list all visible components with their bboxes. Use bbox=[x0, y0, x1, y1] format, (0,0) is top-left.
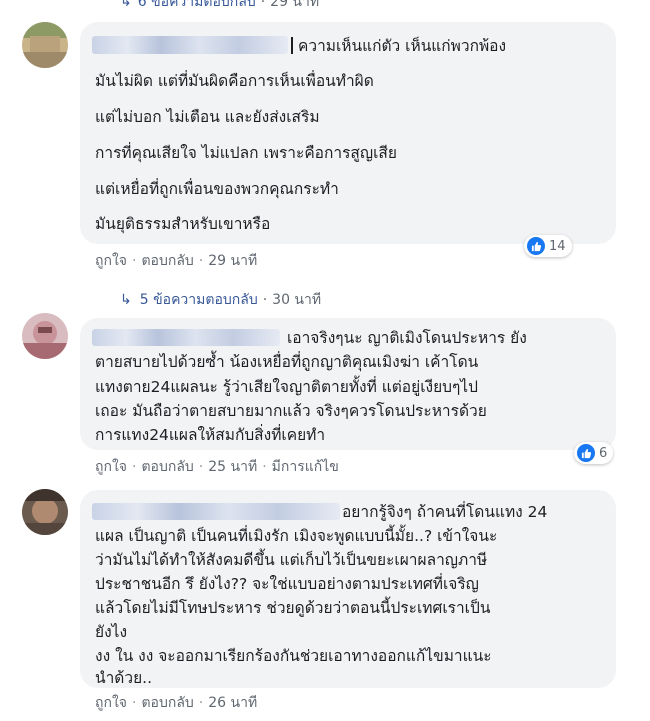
comment-text-line: แผล เป็นญาติ เป็นคนที่เมิงรัก เมิงจะพูดแ… bbox=[95, 527, 498, 545]
like-link[interactable]: ถูกใจ bbox=[95, 692, 127, 714]
thumbs-up-icon bbox=[527, 237, 545, 255]
comment-time[interactable]: 26 นาที bbox=[208, 692, 257, 714]
comment-text-line: เอาจริงๆนะ ญาติเมิงโดนประหาร ยัง bbox=[287, 329, 527, 347]
separator-dot: · bbox=[198, 695, 204, 711]
comment-text-line: แทงตาย24แผลนะ รู้ว่าเสียใจญาติตายทั้งที่… bbox=[95, 378, 478, 396]
reaction-count-text: 14 bbox=[549, 238, 566, 254]
commenter-name-blurred[interactable] bbox=[92, 329, 280, 346]
comment-text-line: แต่เหยื่อที่ถูกเพื่อนของพวกคุณกระทำ bbox=[95, 180, 339, 198]
avatar[interactable] bbox=[22, 22, 68, 68]
comment-text-line: ยังไง bbox=[95, 623, 128, 641]
reply-time: 29 นาที bbox=[270, 0, 320, 10]
comment-text-line: มันไม่ผิด แต่ที่มันผิดคือการเห็นเพื่อนทำ… bbox=[95, 72, 374, 90]
comment-actions: ถูกใจ · ตอบกลับ · 26 นาที bbox=[95, 692, 257, 714]
reply-count: 6 ข้อความตอบกลับ bbox=[137, 0, 256, 10]
reply-link[interactable]: ตอบกลับ bbox=[141, 456, 193, 478]
comment-actions: ถูกใจ · ตอบกลับ · 29 นาที bbox=[95, 250, 257, 272]
comment-text-line: การแทง24แผลให้สมกับสิ่งที่เคยทำ bbox=[95, 426, 326, 444]
separator-dot: · bbox=[132, 253, 137, 269]
separator-dot: · bbox=[198, 253, 204, 269]
comment-time[interactable]: 25 นาที bbox=[208, 456, 257, 478]
comment-text-line: อยากรู้จิงๆ ถ้าคนที่โดนแทง 24 bbox=[342, 503, 548, 521]
reply-count: 5 ข้อความตอบกลับ bbox=[139, 292, 258, 308]
comment-text-line: แล้วโดยไม่มีโทษประหาร ช่วยดูด้วยว่าตอนนี… bbox=[95, 599, 491, 617]
reply-link[interactable]: ตอบกลับ bbox=[141, 692, 193, 714]
reply-arrow-icon: ↳ bbox=[120, 292, 132, 308]
comment-time[interactable]: 29 นาที bbox=[208, 250, 257, 272]
separator-dot: · bbox=[132, 459, 137, 475]
separator-dot: · bbox=[262, 292, 268, 308]
comment-text-line: การที่คุณเสียใจ ไม่แปลก เพราะคือการสูญเส… bbox=[95, 144, 397, 162]
reaction-count-text: 6 bbox=[599, 445, 608, 461]
avatar[interactable] bbox=[22, 313, 68, 359]
comment-text-line: มันยุติธรรมสำหรับเขาหรือ bbox=[95, 215, 271, 233]
like-link[interactable]: ถูกใจ bbox=[95, 456, 127, 478]
comment-text-line: แต่ไม่บอก ไม่เตือน และยังส่งเสริม bbox=[95, 108, 320, 126]
edited-label[interactable]: มีการแก้ไข bbox=[272, 456, 339, 478]
reply-link[interactable]: ตอบกลับ bbox=[141, 250, 193, 272]
comment-text-line: ตายสบายไปด้วยซ้ำ น้องเหยื่อที่ถูกญาติคุณ… bbox=[95, 353, 479, 371]
commenter-name-blurred[interactable] bbox=[92, 36, 288, 54]
view-replies-link[interactable]: ↳ 6 ข้อความตอบกลับ · 29 นาที bbox=[120, 0, 319, 13]
separator-dot: · bbox=[262, 459, 267, 475]
comment-text-line: ว่ามันไม่ได้ทำให้สังคมดีขึ้น แต่เก็บไว้เ… bbox=[95, 551, 488, 569]
reaction-count[interactable]: 14 bbox=[524, 235, 572, 257]
comment-text-line: นำด้วย.. bbox=[95, 669, 153, 687]
comment-text-line: ความเห็นแก่ตัว เห็นแก่พวกพ้อง bbox=[298, 37, 507, 55]
commenter-name-blurred[interactable] bbox=[92, 503, 340, 520]
name-cursor-bar bbox=[291, 37, 293, 54]
reply-time: 30 นาที bbox=[272, 292, 322, 308]
separator-dot: · bbox=[260, 0, 266, 10]
separator-dot: · bbox=[198, 459, 204, 475]
view-replies-link[interactable]: ↳ 5 ข้อความตอบกลับ · 30 นาที bbox=[120, 289, 321, 311]
comment-text-line: เถอะ มันถือว่าตายสบายมากแล้ว จริงๆควรโดน… bbox=[95, 402, 487, 420]
comment-text-line: ประชาชนอีก รึ ยังไง?? จะใช่แบบอย่างตามปร… bbox=[95, 575, 479, 593]
avatar[interactable] bbox=[22, 489, 68, 535]
comment-text-line: งง ใน งง จะออกมาเรียกร้องกันช่วยเอาทางออ… bbox=[95, 647, 492, 665]
thumbs-up-icon bbox=[577, 444, 595, 462]
reaction-count[interactable]: 6 bbox=[574, 442, 614, 464]
separator-dot: · bbox=[132, 695, 137, 711]
like-link[interactable]: ถูกใจ bbox=[95, 250, 127, 272]
reply-arrow-icon: ↳ bbox=[120, 0, 132, 10]
comment-actions: ถูกใจ · ตอบกลับ · 25 นาที · มีการแก้ไข bbox=[95, 456, 339, 478]
